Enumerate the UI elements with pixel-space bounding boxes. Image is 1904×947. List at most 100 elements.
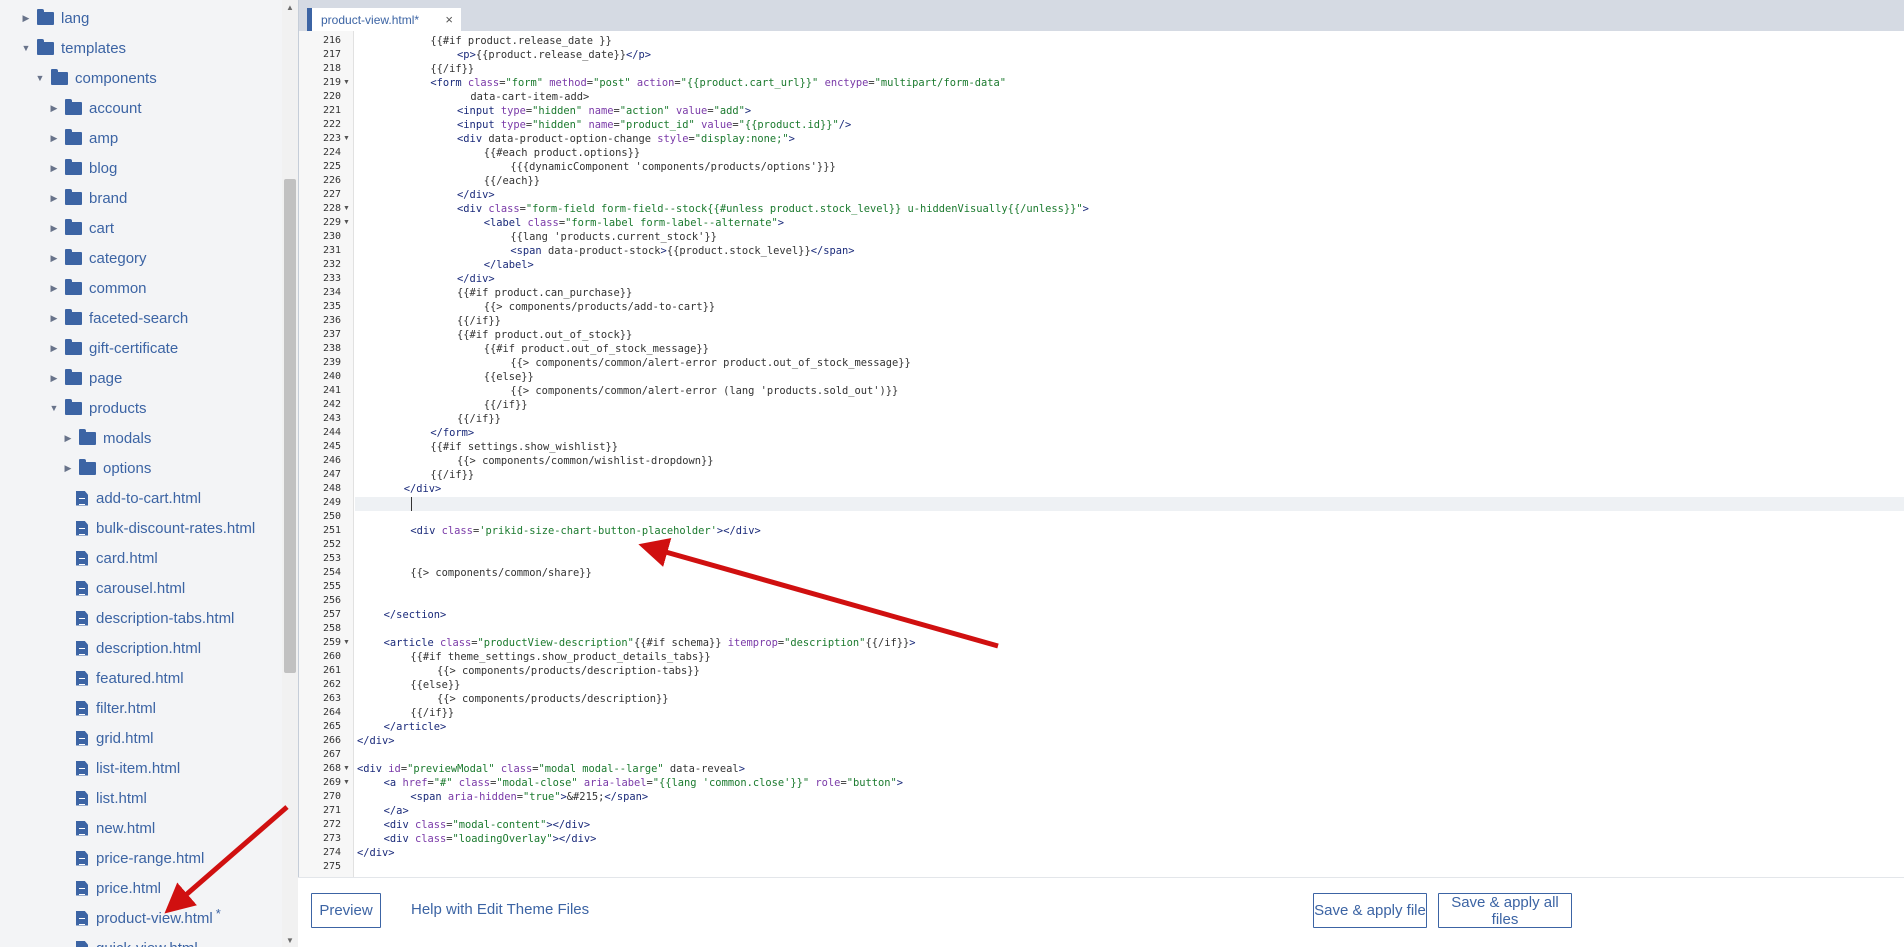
fold-toggle-icon[interactable]: ▼	[343, 776, 352, 790]
code-line: {{/if}}	[430, 63, 475, 75]
tree-folder-item[interactable]: ▶ page	[0, 363, 281, 393]
caret-right-icon[interactable]: ▶	[20, 13, 32, 24]
caret-right-icon[interactable]: ▶	[48, 343, 60, 354]
folder-icon	[65, 188, 82, 205]
tree-item-label: page	[89, 369, 123, 387]
tree-folder-item[interactable]: ▶ account	[0, 93, 281, 123]
help-link[interactable]: Help with Edit Theme Files	[411, 901, 589, 918]
caret-right-icon[interactable]: ▶	[48, 313, 60, 324]
tree-item-label: blog	[89, 159, 118, 177]
tree-folder-item[interactable]: ▶ brand	[0, 183, 281, 213]
tree-folder-item[interactable]: ▶ gift-certificate	[0, 333, 281, 363]
tree-folder-item[interactable]: ▶ blog	[0, 153, 281, 183]
line-number: 261	[322, 665, 341, 676]
code-area[interactable]: 216 217 218 219 ▼ 220 221 222 223 ▼ 224 225 226 227 22…	[299, 31, 1904, 877]
tree-file-item[interactable]: price.html	[0, 873, 281, 903]
fold-toggle-icon[interactable]: ▼	[343, 132, 352, 146]
line-number: 257	[322, 609, 341, 620]
tree-file-item[interactable]: description-tabs.html	[0, 603, 281, 633]
tree-file-item[interactable]: quick-view.html	[0, 933, 281, 947]
tree-file-item[interactable]: filter.html	[0, 693, 281, 723]
tree-item-label: account	[89, 99, 142, 117]
tab-product-view[interactable]: product-view.html* ×	[307, 8, 461, 32]
code-line: {{> components/common/alert-error produc…	[510, 357, 911, 369]
caret-right-icon[interactable]: ▶	[48, 103, 60, 114]
tree-file-item[interactable]: add-to-cart.html	[0, 483, 281, 513]
line-number: 220	[322, 91, 341, 102]
fold-toggle-icon[interactable]: ▼	[343, 76, 352, 90]
caret-down-icon[interactable]: ▼	[20, 43, 32, 53]
file-icon	[76, 880, 88, 896]
tree-item-label: filter.html	[96, 699, 157, 717]
save-apply-file-button[interactable]: Save & apply file	[1313, 893, 1427, 928]
tree-file-item[interactable]: bulk-discount-rates.html	[0, 513, 281, 543]
line-number: 253	[322, 553, 341, 564]
tree-file-item[interactable]: new.html	[0, 813, 281, 843]
code-line: </label>	[483, 259, 534, 271]
code-line: <label class="form-label form-label--alt…	[483, 217, 785, 229]
caret-right-icon[interactable]: ▶	[62, 463, 74, 474]
tree-folder-item[interactable]: ▶ common	[0, 273, 281, 303]
code-line: <div class='prikid-size-chart-button-pla…	[410, 525, 761, 537]
tree-folder-item[interactable]: ▶ modals	[0, 423, 281, 453]
caret-right-icon[interactable]: ▶	[48, 193, 60, 204]
file-tree-sidebar: ▶ lang ▼ templates ▼ components ▶ account ▶ amp ▶ b…	[0, 0, 298, 947]
tree-folder-item[interactable]: ▶ cart	[0, 213, 281, 243]
tree-folder-item[interactable]: ▼ templates	[0, 33, 281, 63]
fold-toggle-icon[interactable]: ▼	[343, 216, 352, 230]
fold-toggle-icon[interactable]: ▼	[343, 202, 352, 216]
code-line: {{> components/products/description-tabs…	[437, 665, 700, 677]
tree-file-item[interactable]: list-item.html	[0, 753, 281, 783]
code-line: <p>{{product.release_date}}</p>	[457, 49, 652, 61]
line-number: 259	[322, 637, 341, 648]
line-number-gutter: 216 217 218 219 ▼ 220 221 222 223 ▼ 224 225 226 227 22…	[299, 31, 354, 877]
tree-file-item[interactable]: grid.html	[0, 723, 281, 753]
scroll-down-arrow-icon[interactable]: ▼	[282, 933, 298, 947]
tree-item-label: carousel.html	[96, 579, 186, 597]
line-number: 234	[322, 287, 341, 298]
tree-file-item[interactable]: list.html	[0, 783, 281, 813]
active-line-highlight	[355, 497, 1904, 511]
tree-folder-item[interactable]: ▶ faceted-search	[0, 303, 281, 333]
tree-file-item[interactable]: featured.html	[0, 663, 281, 693]
code-line: <input type="hidden" name="product_id" v…	[457, 119, 852, 131]
tree-file-item[interactable]: card.html	[0, 543, 281, 573]
tree-folder-item[interactable]: ▶ lang	[0, 3, 281, 33]
scroll-up-arrow-icon[interactable]: ▲	[282, 0, 298, 14]
line-number: 223	[322, 133, 341, 144]
close-icon[interactable]: ×	[445, 12, 453, 27]
tree-folder-item[interactable]: ▼ components	[0, 63, 281, 93]
caret-right-icon[interactable]: ▶	[48, 163, 60, 174]
line-number: 272	[322, 819, 341, 830]
tree-file-item[interactable]: carousel.html	[0, 573, 281, 603]
caret-right-icon[interactable]: ▶	[48, 223, 60, 234]
caret-right-icon[interactable]: ▶	[62, 433, 74, 444]
sidebar-scrollbar-thumb[interactable]	[284, 179, 296, 673]
line-number: 244	[322, 427, 341, 438]
line-number: 240	[322, 371, 341, 382]
tree-file-item[interactable]: description.html	[0, 633, 281, 663]
line-number: 224	[322, 147, 341, 158]
tree-folder-item[interactable]: ▶ category	[0, 243, 281, 273]
preview-button[interactable]: Preview	[311, 893, 381, 928]
caret-right-icon[interactable]: ▶	[48, 133, 60, 144]
save-apply-all-files-button[interactable]: Save & apply all files	[1438, 893, 1572, 928]
caret-down-icon[interactable]: ▼	[48, 403, 60, 413]
tree-file-item[interactable]: product-view.html *	[0, 903, 281, 933]
tree-folder-item[interactable]: ▶ amp	[0, 123, 281, 153]
code-line: {{else}}	[410, 679, 461, 691]
tree-file-item[interactable]: price-range.html	[0, 843, 281, 873]
caret-down-icon[interactable]: ▼	[34, 73, 46, 83]
tab-label: product-view.html*	[321, 13, 420, 27]
folder-icon	[65, 218, 82, 235]
tree-folder-item[interactable]: ▼ products	[0, 393, 281, 423]
caret-right-icon[interactable]: ▶	[48, 253, 60, 264]
caret-right-icon[interactable]: ▶	[48, 373, 60, 384]
tree-item-label: modals	[103, 429, 152, 447]
code-line: <a href="#" class="modal-close" aria-lab…	[383, 777, 904, 789]
caret-right-icon[interactable]: ▶	[48, 283, 60, 294]
tree-folder-item[interactable]: ▶ options	[0, 453, 281, 483]
folder-icon	[65, 278, 82, 295]
fold-toggle-icon[interactable]: ▼	[343, 762, 352, 776]
fold-toggle-icon[interactable]: ▼	[343, 636, 352, 650]
